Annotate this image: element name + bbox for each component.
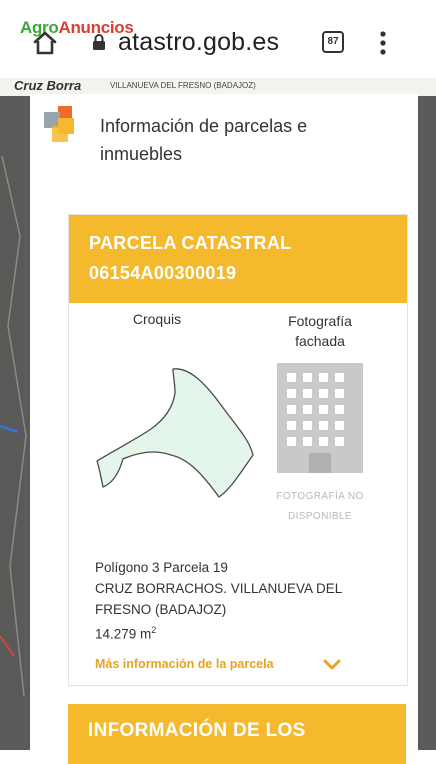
parcel-sketch[interactable] <box>93 343 261 503</box>
parcel-card: PARCELA CATASTRAL 06154A00300019 Croquis… <box>68 214 408 686</box>
catastro-logo <box>44 106 74 142</box>
address-line-2: FRESNO (BADAJOZ) <box>95 602 227 617</box>
url-bar[interactable]: atastro.gob.es <box>118 28 279 57</box>
map-place-label: Cruz Borra <box>14 78 82 93</box>
area-value: 14.279 m <box>95 626 152 642</box>
home-icon[interactable] <box>32 30 58 56</box>
browser-toolbar: AgroAnuncios atastro.gob.es 87 <box>0 0 436 78</box>
parcel-info-panel: Información de parcelas e inmuebles PARC… <box>30 94 418 764</box>
parcel-card-header: PARCELA CATASTRAL 06154A00300019 <box>69 215 407 303</box>
building-icon <box>277 363 363 473</box>
menu-dots-icon[interactable] <box>379 30 387 56</box>
second-card-heading: INFORMACIÓN DE LOS <box>88 720 306 741</box>
chevron-down-icon[interactable] <box>323 659 341 671</box>
lock-icon <box>93 34 105 50</box>
map-edge-left <box>0 96 30 750</box>
photo-label: Fotografía fachada <box>288 313 352 349</box>
parcel-area: 14.279 m2 <box>95 620 395 645</box>
photo-unavailable-text: FOTOGRAFÍA NO DISPONIBLE <box>276 491 364 522</box>
map-lines-left <box>0 155 27 697</box>
area-unit-superscript: 2 <box>151 625 157 635</box>
second-info-card: INFORMACIÓN DE LOS <box>68 704 406 764</box>
parcel-details: Polígono 3 Parcela 19 CRUZ BORRACHOS. VI… <box>95 557 395 645</box>
parcel-heading: PARCELA CATASTRAL <box>89 233 292 253</box>
tabs-icon[interactable]: 87 <box>322 31 344 53</box>
croquis-label: Croquis <box>132 311 182 327</box>
map-edge-right <box>418 96 436 750</box>
poligono-parcela: Polígono 3 Parcela 19 <box>95 560 228 575</box>
address-line-1: CRUZ BORRACHOS. VILLANUEVA DEL <box>95 581 343 596</box>
parcel-reference: 06154A00300019 <box>89 263 237 283</box>
more-parcel-info-link[interactable]: Más información de la parcela <box>95 657 274 671</box>
map-municipality-label: VILLANUEVA DEL FRESNO (BADAJOZ) <box>110 81 256 90</box>
panel-title: Información de parcelas e inmuebles <box>100 116 308 164</box>
